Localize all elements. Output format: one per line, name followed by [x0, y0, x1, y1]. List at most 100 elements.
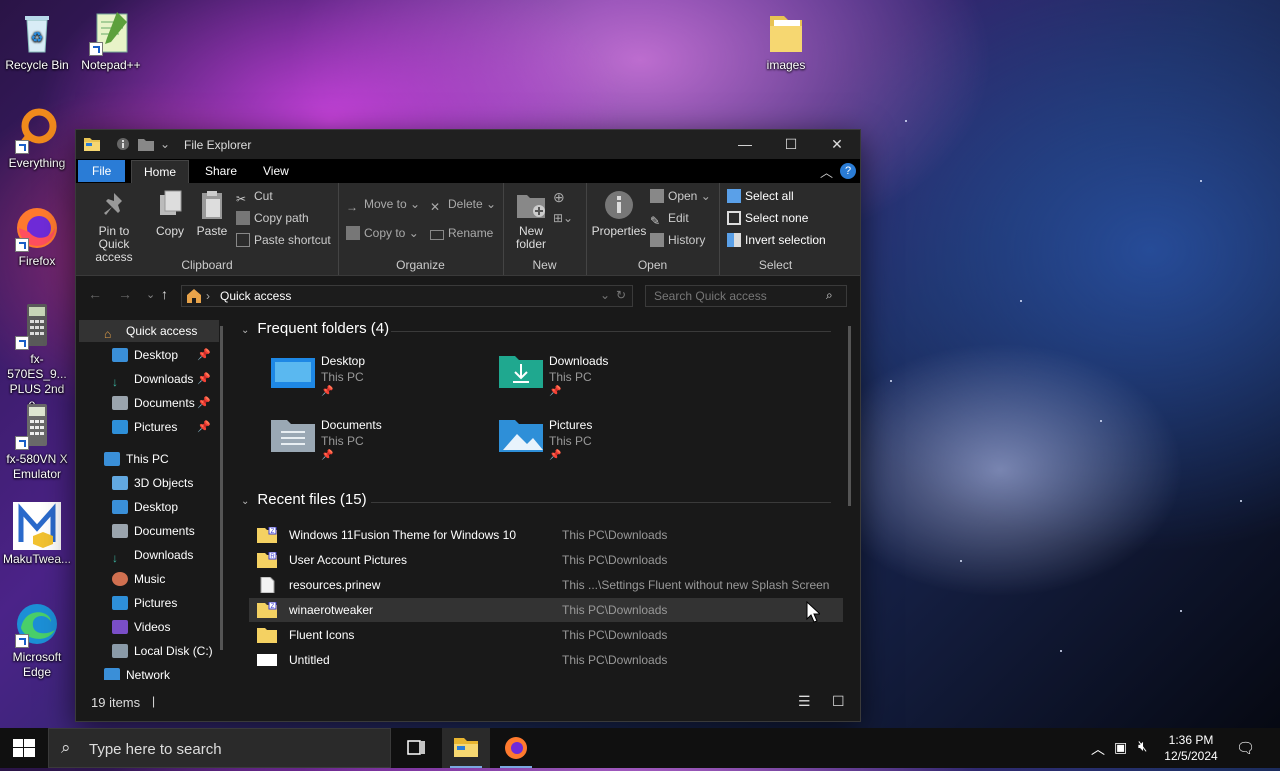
open-button[interactable]: Open ⌄: [650, 187, 711, 205]
paste-button[interactable]: Paste: [192, 189, 232, 238]
recent-file-row[interactable]: Fluent Icons This PC\Downloads: [249, 623, 843, 647]
nav-item-music[interactable]: Music: [112, 568, 165, 590]
help-icon[interactable]: ?: [840, 163, 856, 179]
select-all-button[interactable]: Select all: [727, 187, 794, 205]
network-icon[interactable]: ▣: [1114, 739, 1127, 756]
content-pane[interactable]: ⌄ Frequent folders (4) Desktop This PC 📌 …: [236, 320, 856, 680]
copy-path-button[interactable]: Copy path: [236, 209, 309, 227]
search-box[interactable]: Search Quick access ⌕: [645, 285, 847, 307]
pin-to-quick-access-button[interactable]: Pin to Quick access: [82, 189, 146, 264]
recent-locations-icon[interactable]: ⌄: [146, 288, 155, 301]
address-bar[interactable]: › Quick access ⌄ ↻: [181, 285, 633, 307]
nav-network[interactable]: Network: [104, 664, 170, 680]
search-icon: ⌕: [826, 288, 833, 302]
taskbar-firefox[interactable]: [492, 728, 540, 768]
desktop-icon-makutweaker[interactable]: MakuTwea...: [1, 502, 73, 567]
desktop-icon-notepad-plus-plus[interactable]: Notepad++: [75, 8, 147, 73]
navigation-pane[interactable]: ⌂ Quick access Desktop 📌 ↓ Downloads 📌 Docum…: [76, 320, 223, 680]
volume-muted-icon[interactable]: 🔇︎: [1138, 738, 1147, 755]
nav-item-pc-documents[interactable]: Documents: [112, 520, 195, 542]
nav-item-pc-pictures[interactable]: Pictures: [112, 592, 177, 614]
address-dropdown-icon[interactable]: ⌄: [600, 288, 610, 302]
easy-access-icon[interactable]: ⊞⌄: [553, 211, 573, 225]
nav-item-videos[interactable]: Videos: [112, 616, 170, 638]
start-button[interactable]: [13, 739, 35, 760]
title-bar[interactable]: ⌄ File Explorer — ☐ ✕: [76, 130, 860, 159]
large-icons-view-icon[interactable]: ☐: [832, 693, 845, 710]
desktop-icon-recycle-bin[interactable]: ♻ Recycle Bin: [1, 8, 73, 73]
nav-item-local-disk[interactable]: Local Disk (C:): [112, 640, 213, 662]
nav-quick-access[interactable]: ⌂ Quick access: [104, 320, 197, 342]
desktop-icon-firefox[interactable]: Firefox: [1, 204, 73, 269]
nav-pane-scrollbar[interactable]: [220, 326, 223, 650]
desktop-icon-fx580[interactable]: fx-580VN X Emulator: [1, 402, 73, 482]
cut-button[interactable]: ✂ Cut: [236, 187, 273, 206]
nav-item-desktop[interactable]: Desktop 📌: [112, 344, 211, 366]
taskbar-file-explorer[interactable]: [442, 728, 490, 768]
paste-shortcut-button[interactable]: Paste shortcut: [236, 231, 331, 249]
recent-file-row[interactable]: Z winaerotweaker This PC\Downloads: [249, 598, 843, 622]
chevron-down-icon[interactable]: ⌄: [160, 137, 170, 151]
new-item-icon[interactable]: ⊕: [553, 189, 565, 206]
tab-file[interactable]: File: [78, 160, 126, 182]
recent-files-header[interactable]: ⌄ Recent files (15): [241, 491, 367, 508]
close-button[interactable]: ✕: [814, 130, 860, 159]
folder-tile-pictures[interactable]: Pictures This PC 📌: [499, 414, 719, 470]
select-all-icon: [727, 189, 741, 203]
folder-tile-documents[interactable]: Documents This PC 📌: [271, 414, 491, 470]
properties-button[interactable]: Properties: [590, 189, 648, 238]
file-explorer-window[interactable]: ⌄ File Explorer — ☐ ✕ File Home Share Vi…: [75, 129, 861, 722]
edit-button[interactable]: ✎ Edit: [650, 209, 689, 228]
tab-share[interactable]: Share: [193, 160, 249, 182]
recent-file-row[interactable]: Untitled This PC\Downloads: [249, 648, 843, 672]
frequent-folders-header[interactable]: ⌄ Frequent folders (4): [241, 320, 389, 337]
properties-qa-icon[interactable]: [116, 137, 130, 154]
move-to-button[interactable]: → Move to ⌄: [346, 195, 420, 214]
show-hidden-icons-icon[interactable]: ︿: [1091, 739, 1105, 759]
select-none-button[interactable]: Select none: [727, 209, 808, 227]
nav-item-documents[interactable]: Documents 📌: [112, 392, 211, 414]
details-view-icon[interactable]: ☰: [798, 693, 811, 710]
tab-view[interactable]: View: [251, 160, 301, 182]
minimize-button[interactable]: —: [722, 130, 768, 159]
taskbar-clock[interactable]: 1:36 PM 12/5/2024: [1164, 732, 1218, 764]
content-scrollbar[interactable]: [848, 326, 851, 506]
recent-file-row[interactable]: resources.prinew This ...\Settings Fluen…: [249, 573, 843, 597]
nav-item-downloads[interactable]: ↓ Downloads 📌: [112, 368, 211, 390]
refresh-icon[interactable]: ↻: [616, 288, 626, 302]
nav-item-3d-objects[interactable]: 3D Objects: [112, 472, 193, 494]
delete-button[interactable]: ✕ Delete ⌄: [430, 195, 496, 214]
folder-tile-downloads[interactable]: Downloads This PC 📌: [499, 350, 719, 406]
notifications-icon[interactable]: 🗨︎: [1236, 739, 1255, 757]
forward-arrow-icon[interactable]: →: [118, 286, 132, 302]
pin-icon: 📌: [197, 421, 211, 433]
nav-item-pictures[interactable]: Pictures 📌: [112, 416, 211, 438]
recent-file-row[interactable]: Z Windows 11Fusion Theme for Windows 10 …: [249, 523, 843, 547]
desktop-icon-edge[interactable]: Microsoft Edge: [1, 600, 73, 680]
recycle-bin-icon: ♻: [13, 8, 61, 56]
collapse-ribbon-icon[interactable]: ︿: [820, 162, 833, 181]
nav-this-pc[interactable]: This PC: [104, 448, 169, 470]
desktop-icon-fx570[interactable]: fx-570ES_9... PLUS 2nd e...: [1, 302, 73, 412]
desktop-icon-images[interactable]: images: [750, 8, 822, 73]
recent-file-row[interactable]: R User Account Pictures This PC\Download…: [249, 548, 843, 572]
new-folder-button[interactable]: New folder: [507, 189, 555, 251]
copy-to-button[interactable]: Copy to ⌄: [346, 224, 419, 242]
new-folder-qa-icon[interactable]: [138, 137, 154, 154]
copy-button[interactable]: Copy: [150, 189, 190, 238]
up-arrow-icon[interactable]: ↑: [161, 286, 168, 302]
history-icon: [650, 233, 664, 247]
pin-icon: 📌: [321, 386, 334, 397]
nav-item-pc-downloads[interactable]: ↓ Downloads: [112, 544, 193, 566]
folder-tile-desktop[interactable]: Desktop This PC 📌: [271, 350, 491, 406]
back-arrow-icon[interactable]: ←: [88, 286, 102, 302]
nav-item-pc-desktop[interactable]: Desktop: [112, 496, 178, 518]
tab-home[interactable]: Home: [131, 160, 190, 183]
rename-button[interactable]: Rename: [430, 224, 493, 242]
task-view-button[interactable]: [392, 728, 440, 768]
invert-selection-button[interactable]: Invert selection: [727, 231, 826, 249]
maximize-button[interactable]: ☐: [768, 130, 814, 159]
desktop-icon-everything[interactable]: Everything: [1, 106, 73, 171]
history-button[interactable]: History: [650, 231, 705, 249]
taskbar-search-box[interactable]: ⌕ Type here to search: [48, 728, 391, 768]
